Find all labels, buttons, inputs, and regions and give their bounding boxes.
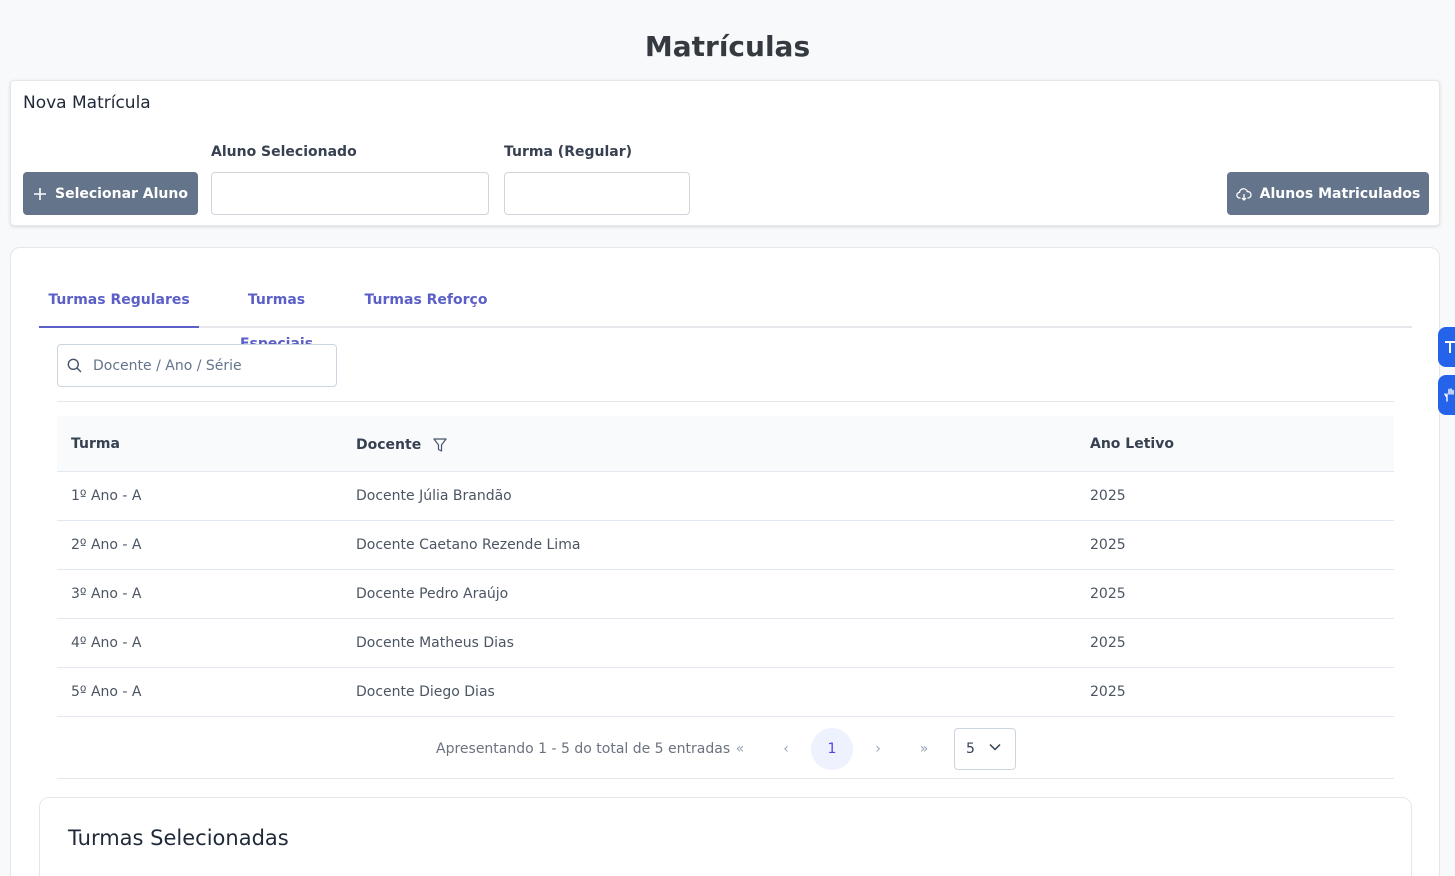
- student-field[interactable]: [211, 172, 489, 215]
- header-ano-letivo: Ano Letivo: [1090, 436, 1174, 452]
- new-enrollment-title: Nova Matrícula: [23, 93, 151, 113]
- table-row[interactable]: 1º Ano - A Docente Júlia Brandão 2025: [57, 472, 1394, 521]
- header-turma: Turma: [71, 436, 120, 452]
- tabs-bar: Turmas Regulares Turmas Especiais Turmas…: [39, 278, 1412, 352]
- cell-turma: 5º Ano - A: [71, 684, 142, 700]
- cell-docente: Docente Júlia Brandão: [356, 488, 512, 504]
- next-page-button[interactable]: ›: [857, 728, 899, 770]
- search-box: [57, 344, 337, 387]
- new-enrollment-card: Nova Matrícula Selecionar Aluno Aluno Se…: [10, 80, 1440, 226]
- select-student-label: Selecionar Aluno: [55, 185, 188, 202]
- cell-turma: 1º Ano - A: [71, 488, 142, 504]
- enrolled-students-button[interactable]: Alunos Matriculados: [1227, 172, 1429, 215]
- select-student-button[interactable]: Selecionar Aluno: [23, 172, 198, 215]
- chevron-down-icon: [989, 743, 1001, 751]
- cell-docente: Docente Diego Dias: [356, 684, 495, 700]
- cell-ano-letivo: 2025: [1090, 684, 1126, 700]
- cell-docente: Docente Caetano Rezende Lima: [356, 537, 581, 553]
- pagination-info: Apresentando 1 - 5 do total de 5 entrada…: [436, 740, 731, 757]
- cell-turma: 2º Ano - A: [71, 537, 142, 553]
- hand-icon: [1444, 388, 1454, 402]
- table-row[interactable]: 5º Ano - A Docente Diego Dias 2025: [57, 668, 1394, 717]
- rows-per-page-value: 5: [966, 741, 975, 757]
- cell-turma: 4º Ano - A: [71, 635, 142, 651]
- rows-per-page-select[interactable]: 5: [954, 728, 1016, 770]
- table-row[interactable]: 4º Ano - A Docente Matheus Dias 2025: [57, 619, 1394, 668]
- paginator: Apresentando 1 - 5 do total de 5 entrada…: [57, 718, 1394, 779]
- student-field-label: Aluno Selecionado: [211, 144, 357, 160]
- enrolled-students-label: Alunos Matriculados: [1259, 185, 1421, 202]
- sign-language-widget-button[interactable]: [1438, 375, 1455, 415]
- tab-turmas-especiais[interactable]: Turmas Especiais: [209, 278, 344, 352]
- page-button-current[interactable]: 1: [811, 728, 853, 770]
- search-icon: [67, 358, 82, 373]
- search-input[interactable]: [93, 357, 333, 374]
- selected-classes-title: Turmas Selecionadas: [68, 826, 289, 850]
- first-page-button[interactable]: «: [719, 728, 761, 770]
- plus-icon: [34, 187, 47, 200]
- cell-docente: Docente Matheus Dias: [356, 635, 514, 651]
- classes-table: Turma Docente Ano Letivo 1º Ano - A Doce…: [57, 416, 1394, 717]
- class-field[interactable]: [504, 172, 690, 215]
- cell-turma: 3º Ano - A: [71, 586, 142, 602]
- cell-ano-letivo: 2025: [1090, 586, 1126, 602]
- tab-turmas-regulares[interactable]: Turmas Regulares: [39, 278, 199, 328]
- last-page-button[interactable]: »: [903, 728, 945, 770]
- divider: [57, 401, 1394, 402]
- text-size-icon: [1445, 341, 1455, 353]
- filter-icon[interactable]: [433, 437, 447, 453]
- cell-ano-letivo: 2025: [1090, 537, 1126, 553]
- table-row[interactable]: 2º Ano - A Docente Caetano Rezende Lima …: [57, 521, 1394, 570]
- header-docente-label: Docente: [356, 437, 422, 453]
- cell-ano-letivo: 2025: [1090, 635, 1126, 651]
- cell-docente: Docente Pedro Araújo: [356, 586, 509, 602]
- cell-ano-letivo: 2025: [1090, 488, 1126, 504]
- header-docente: Docente: [356, 417, 447, 473]
- table-header: Turma Docente Ano Letivo: [57, 416, 1394, 472]
- classes-card: Turmas Regulares Turmas Especiais Turmas…: [10, 247, 1440, 876]
- cloud-download-icon: [1235, 187, 1252, 201]
- tab-turmas-reforco[interactable]: Turmas Reforço: [361, 278, 491, 328]
- table-row[interactable]: 3º Ano - A Docente Pedro Araújo 2025: [57, 570, 1394, 619]
- page-title: Matrículas: [644, 30, 811, 63]
- class-field-label: Turma (Regular): [504, 144, 633, 160]
- selected-classes-card: Turmas Selecionadas: [39, 797, 1412, 876]
- prev-page-button[interactable]: ‹: [765, 728, 807, 770]
- accessibility-widget-button[interactable]: [1438, 327, 1455, 367]
